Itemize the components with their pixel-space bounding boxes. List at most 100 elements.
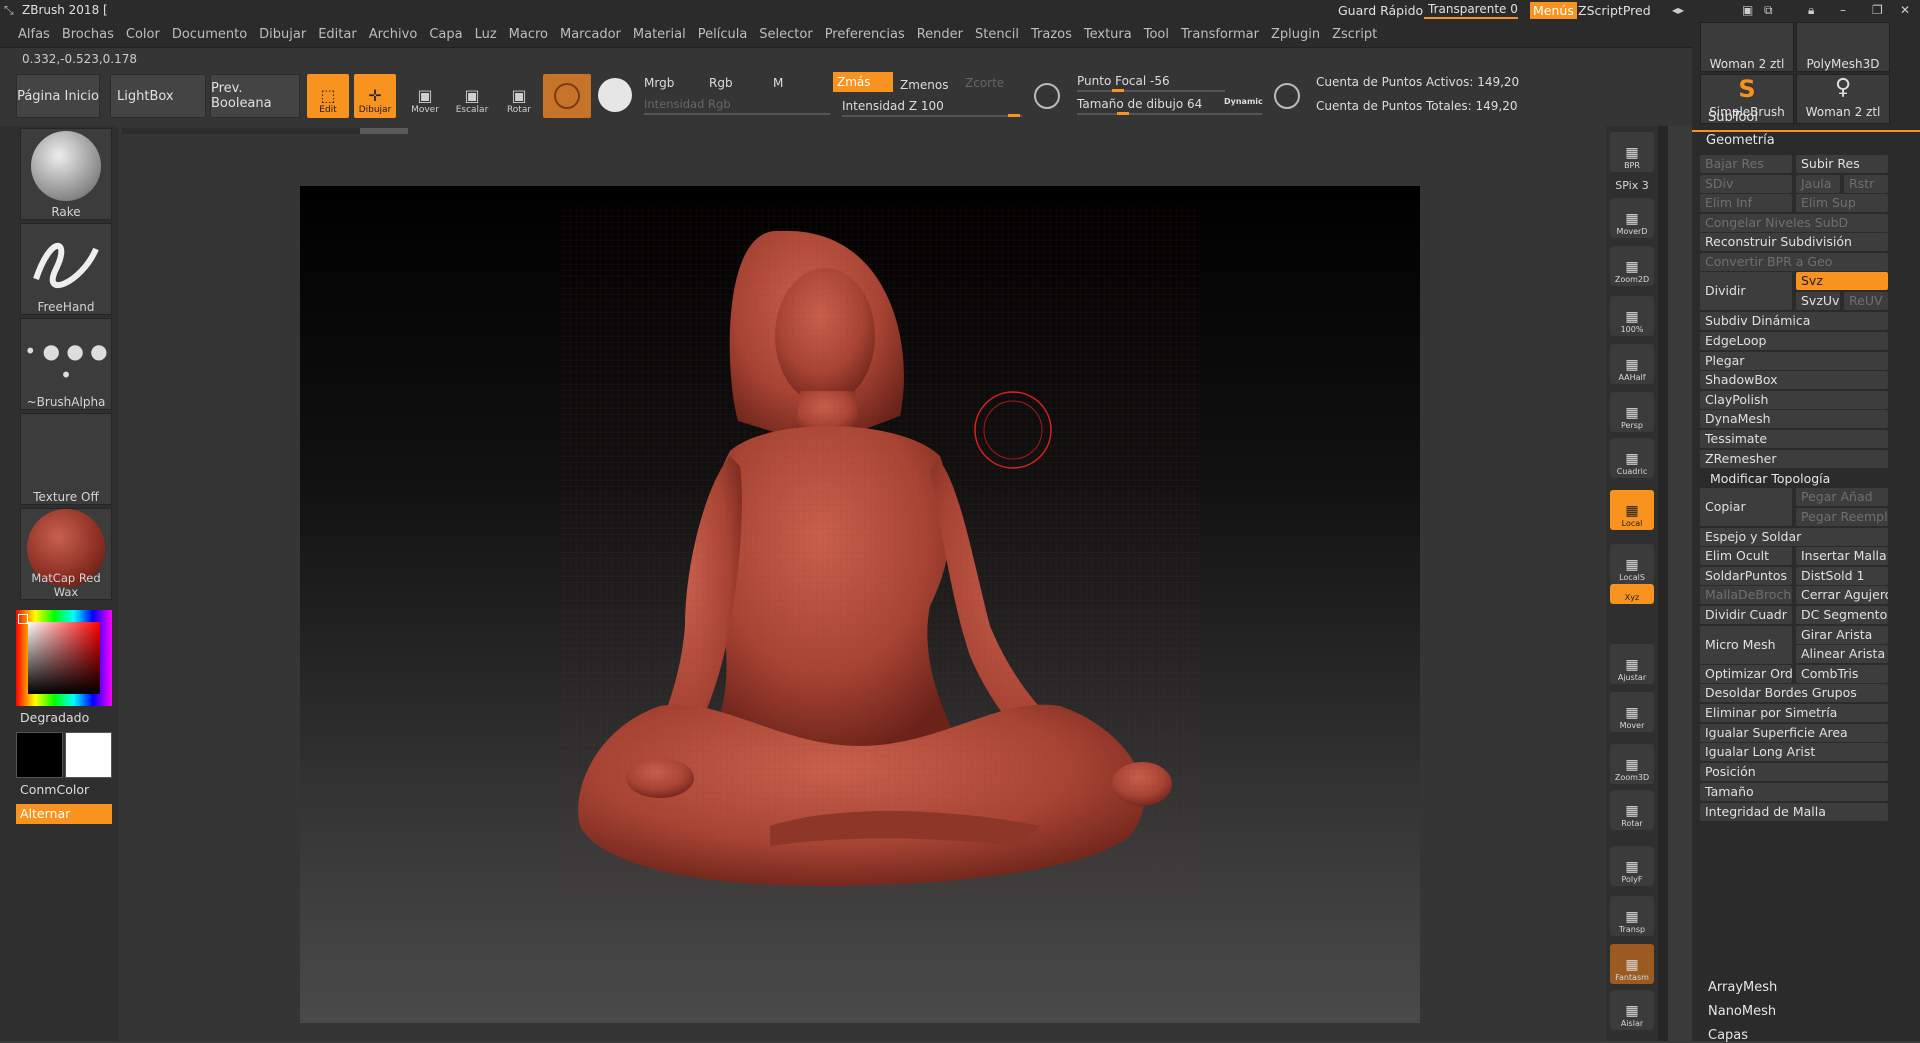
swap-icon[interactable]: ⧉	[1764, 3, 1773, 18]
focal-shift-slider[interactable]: Punto Focal -56	[1077, 74, 1170, 88]
geometry-cage-button[interactable]: Jaula	[1796, 175, 1840, 193]
geometry-convert-bpr-button[interactable]: Convertir BPR a Geo	[1700, 253, 1888, 271]
menu-item[interactable]: Luz	[469, 22, 503, 48]
geometry-reuv-button[interactable]: ReUV	[1844, 292, 1888, 310]
rotate-button[interactable]: ▣ Rotar	[498, 76, 540, 118]
right-shelf-divider[interactable]	[1658, 126, 1668, 1041]
geometry-divide-quads-button[interactable]: Dividir Cuadr	[1700, 606, 1792, 624]
home-page-button[interactable]: Página Inicio	[16, 74, 100, 118]
geometry-dist-weld-button[interactable]: DistSold 1	[1796, 567, 1888, 585]
geometry-insert-mesh-button[interactable]: Insertar Malla	[1796, 547, 1888, 565]
focal-shift-icon[interactable]	[1034, 83, 1060, 109]
gradient-toggle[interactable]: Degradado	[20, 710, 89, 725]
geometry-optimize-order-button[interactable]: Optimizar Orden	[1700, 665, 1792, 683]
move-button[interactable]: ▣ Mover	[404, 76, 446, 118]
dynamic-toggle[interactable]: Dynamic	[1224, 97, 1263, 106]
zcut-button[interactable]: Zcorte	[965, 76, 1004, 90]
shelf-button-xyz[interactable]: Xyz	[1610, 584, 1654, 604]
tool-slot-2[interactable]: PolyMesh3D	[1796, 22, 1890, 72]
menu-item[interactable]: Tool	[1138, 22, 1175, 48]
geometry-del-lower-button[interactable]: Elim Inf	[1700, 194, 1792, 212]
zsub-button[interactable]: Zmenos	[900, 78, 949, 92]
geometry-dynamic-subdiv-button[interactable]: Subdiv Dinámica	[1700, 312, 1888, 330]
mrgb-button[interactable]: Mrgb	[644, 76, 674, 90]
arraymesh-header[interactable]: ArrayMesh	[1708, 980, 1777, 995]
menu-item[interactable]: Transformar	[1175, 22, 1265, 48]
layout-icon[interactable]: ▣	[1742, 3, 1753, 17]
geometry-edgeloop-button[interactable]: EdgeLoop	[1700, 332, 1888, 350]
menu-item[interactable]: Preferencias	[819, 22, 911, 48]
shelf-button-aahalf[interactable]: ▦ AAHalf	[1610, 344, 1654, 384]
texture-picker[interactable]: Texture Off	[20, 413, 112, 505]
tool-slot-1[interactable]: Woman 2 ztl	[1700, 22, 1794, 72]
menu-item[interactable]: Archivo	[363, 22, 424, 48]
geometry-shadowbox-button[interactable]: ShadowBox	[1700, 371, 1888, 389]
subtool-header[interactable]: SubTool	[1708, 110, 1758, 125]
menu-item[interactable]: Zscript	[1326, 22, 1383, 48]
menu-item[interactable]: Material	[627, 22, 692, 48]
secondary-color-swatch[interactable]	[16, 732, 63, 778]
document-viewport[interactable]	[300, 186, 1420, 1023]
geometry-equalize-surface-button[interactable]: Igualar Superficie Area	[1700, 724, 1888, 742]
scale-button[interactable]: ▣ Escalar	[451, 76, 493, 118]
geometry-reconstruct-button[interactable]: Reconstruir Subdivisión	[1700, 233, 1888, 251]
geometry-paste-append-button[interactable]: Pegar Añad	[1796, 488, 1888, 506]
geometry-combtris-button[interactable]: CombTris	[1796, 665, 1888, 683]
geometry-header[interactable]: Geometría	[1706, 133, 1775, 148]
color-picker[interactable]	[16, 610, 112, 706]
draw-size-slider[interactable]: Tamaño de dibujo 64	[1077, 97, 1202, 111]
geometry-del-higher-button[interactable]: Elim Sup	[1796, 194, 1888, 212]
menu-item[interactable]: Editar	[312, 22, 363, 48]
geometry-align-edge-button[interactable]: Alinear Arista	[1796, 645, 1888, 663]
geometry-unweld-groups-button[interactable]: Desoldar Bordes Grupos	[1700, 684, 1888, 702]
tool-slot-4[interactable]: ♀ Woman 2 ztl	[1796, 74, 1890, 124]
geometry-tessimate-button[interactable]: Tessimate	[1700, 430, 1888, 448]
geometry-freeze-button[interactable]: Congelar Niveles SubD	[1700, 214, 1888, 232]
menu-item[interactable]: Documento	[166, 22, 253, 48]
canvas-scroll-thumb[interactable]	[360, 128, 408, 134]
shelf-button-locals[interactable]: ▦ LocalS	[1610, 544, 1654, 584]
geometry-equalize-edge-button[interactable]: Igualar Long Arist	[1700, 743, 1888, 761]
geometry-close-holes-button[interactable]: Cerrar Agujeros	[1796, 586, 1888, 604]
geometry-divide-button[interactable]: Dividir	[1700, 272, 1792, 310]
shelf-button-bpr[interactable]: ▦ BPR	[1610, 132, 1654, 172]
geometry-svzuv-button[interactable]: SvzUv	[1796, 292, 1840, 310]
quick-save-button[interactable]: Guard Rápido	[1338, 3, 1423, 18]
menu-item[interactable]: Trazos	[1025, 22, 1078, 48]
close-icon[interactable]: ✕	[1900, 3, 1910, 17]
canvas-scroll-track[interactable]	[122, 128, 408, 134]
geometry-higher-res-button[interactable]: Subir Res	[1796, 155, 1888, 173]
geometry-spin-edge-button[interactable]: Girar Arista	[1796, 626, 1888, 644]
geometry-micro-mesh-button[interactable]: Micro Mesh	[1700, 626, 1792, 664]
shelf-button-cuadric[interactable]: ▦ Cuadric	[1610, 438, 1654, 478]
shelf-button-moverd[interactable]: ▦ MoverD	[1610, 198, 1654, 238]
sculptris-icon[interactable]	[598, 78, 632, 112]
geometry-sdiv-button[interactable]: SDiv	[1700, 175, 1792, 193]
shelf-button-local[interactable]: ▦ Local	[1610, 490, 1654, 530]
minimize-icon[interactable]: –	[1840, 3, 1846, 17]
geometry-copy-button[interactable]: Copiar	[1700, 488, 1792, 526]
geometry-paste-replace-button[interactable]: Pegar Reempl	[1796, 508, 1888, 526]
menu-item[interactable]: Textura	[1078, 22, 1138, 48]
geometry-zremesher-button[interactable]: ZRemesher	[1700, 450, 1888, 468]
shelf-button-persp[interactable]: ▦ Persp	[1610, 392, 1654, 432]
main-color-swatch[interactable]	[65, 732, 112, 778]
alpha-picker[interactable]: • ● ● ● • ~BrushAlpha	[20, 318, 112, 410]
shelf-button-zoom3d[interactable]: ▦ Zoom3D	[1610, 744, 1654, 784]
menu-item[interactable]: Selector	[753, 22, 818, 48]
geometry-modify-topology-button[interactable]: Modificar Topología	[1700, 470, 1888, 488]
geometry-mesh-brush-button[interactable]: MallaDeBroch	[1700, 586, 1792, 604]
menu-item[interactable]: Macro	[503, 22, 554, 48]
geometry-svz-button[interactable]: Svz	[1796, 272, 1888, 290]
rgb-intensity-slider[interactable]: Intensidad Rgb	[644, 97, 731, 111]
menu-item[interactable]: Zplugin	[1265, 22, 1326, 48]
geometry-dynamesh-button[interactable]: DynaMesh	[1700, 410, 1888, 428]
menu-item[interactable]: Brochas	[56, 22, 120, 48]
boolean-preview-button[interactable]: Prev. Booleana	[210, 74, 300, 118]
shelf-button-100-[interactable]: ▦ 100%	[1610, 296, 1654, 336]
geometry-integrity-button[interactable]: Integridad de Malla	[1700, 803, 1888, 821]
color-square[interactable]	[28, 622, 100, 694]
restore-icon[interactable]: ❐	[1872, 3, 1883, 17]
shelf-button-rotar[interactable]: ▦ Rotar	[1610, 790, 1654, 830]
shelf-button-mover[interactable]: ▦ Mover	[1610, 692, 1654, 732]
